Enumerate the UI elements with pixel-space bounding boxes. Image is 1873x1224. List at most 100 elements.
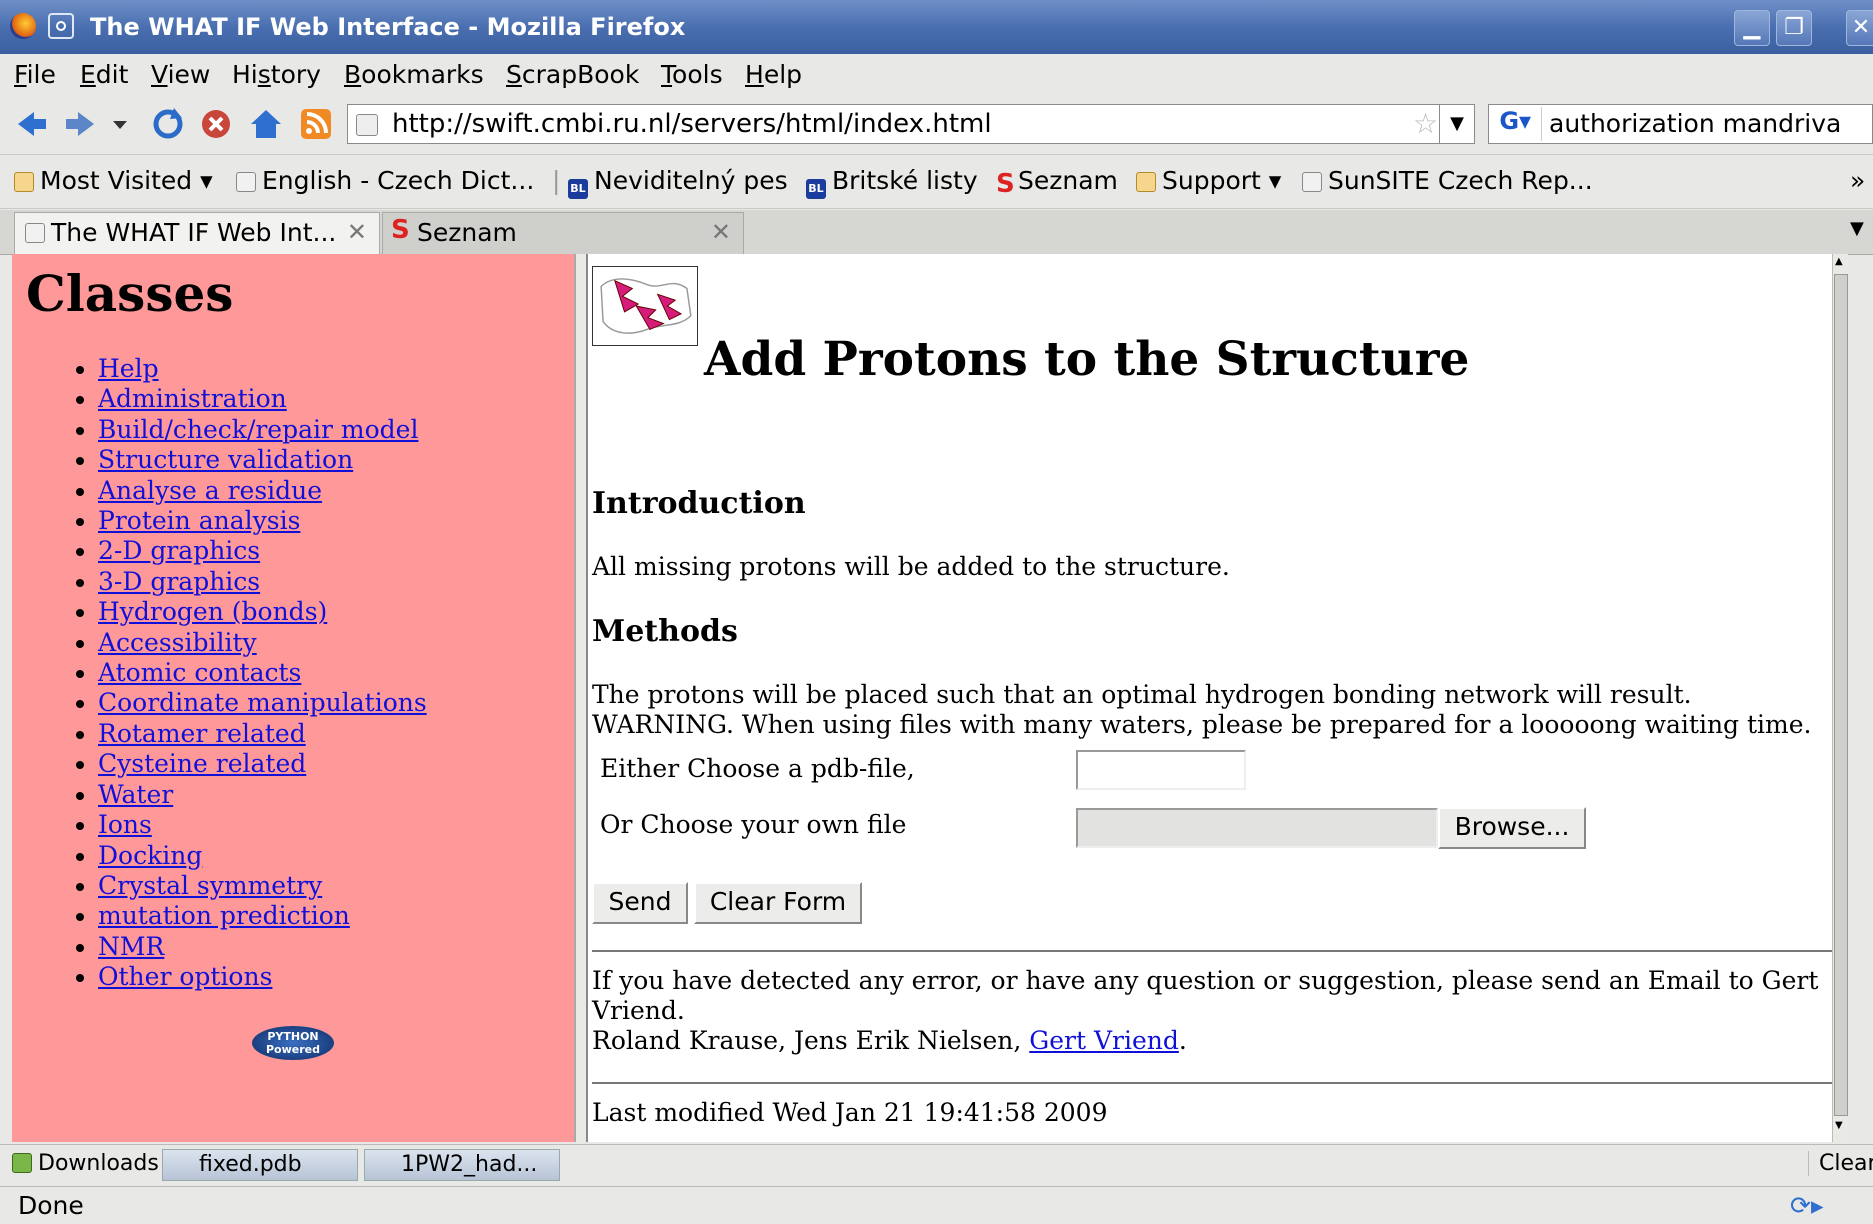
page-icon xyxy=(236,172,256,192)
class-list-item: NMR xyxy=(98,932,427,962)
class-list-item: Crystal symmetry xyxy=(98,871,427,901)
bookmark-separator: | xyxy=(552,166,561,195)
class-link-ions[interactable]: Ions xyxy=(98,810,152,839)
class-list-item: Help xyxy=(98,354,427,384)
scroll-up-icon[interactable]: ▲ xyxy=(1835,256,1846,274)
menu-edit[interactable]: Edit xyxy=(80,60,128,89)
stop-icon[interactable] xyxy=(198,106,234,142)
class-link-crystal-symmetry[interactable]: Crystal symmetry xyxy=(98,871,322,900)
menu-view[interactable]: View xyxy=(151,60,210,89)
reload-icon[interactable] xyxy=(150,106,186,142)
bookmarks-overflow-icon[interactable]: » xyxy=(1850,166,1865,195)
contact-text-line1: If you have detected any error, or have … xyxy=(592,966,1819,995)
gert-vriend-link[interactable]: Gert Vriend xyxy=(1029,1026,1179,1055)
menu-tools[interactable]: Tools xyxy=(661,60,723,89)
class-link-atomic-contacts[interactable]: Atomic contacts xyxy=(98,658,301,687)
bookmark-sunsite[interactable]: SunSITE Czech Rep... xyxy=(1302,166,1593,195)
menu-history[interactable]: History xyxy=(232,60,321,89)
tab-list-dropdown-icon[interactable]: ▼ xyxy=(1850,218,1864,239)
class-link-cysteine-related[interactable]: Cysteine related xyxy=(98,749,306,778)
tab-seznam[interactable]: S Seznam ✕ xyxy=(382,212,744,254)
url-bar[interactable]: http://swift.cmbi.ru.nl/servers/html/ind… xyxy=(347,104,1475,144)
history-dropdown-icon[interactable] xyxy=(108,106,132,142)
download-item[interactable]: 1PW2_had... xyxy=(364,1149,560,1181)
bookmark-neviditelny[interactable]: BL Neviditelný pes xyxy=(568,166,788,199)
browse-button[interactable]: Browse... xyxy=(1438,807,1586,849)
class-list-item: Ions xyxy=(98,810,427,840)
addon-status-icon[interactable]: ⟳▸ xyxy=(1790,1191,1824,1220)
menu-scrapbook[interactable]: ScrapBook xyxy=(506,60,639,89)
menu-file[interactable]: File xyxy=(14,60,56,89)
class-link-3-d-graphics[interactable]: 3-D graphics xyxy=(98,567,260,596)
class-link-2-d-graphics[interactable]: 2-D graphics xyxy=(98,536,260,565)
bookmark-star-icon[interactable]: ☆ xyxy=(1413,107,1438,140)
classes-list: HelpAdministrationBuild/check/repair mod… xyxy=(42,354,427,993)
class-link-coordinate-manipulations[interactable]: Coordinate manipulations xyxy=(98,688,427,717)
scrollbar-thumb[interactable] xyxy=(1834,274,1848,1116)
url-dropdown-icon[interactable]: ▼ xyxy=(1439,105,1474,143)
class-link-water[interactable]: Water xyxy=(98,780,173,809)
back-arrow-icon[interactable] xyxy=(14,106,50,142)
url-text[interactable]: http://swift.cmbi.ru.nl/servers/html/ind… xyxy=(392,109,992,139)
class-link-mutation-prediction[interactable]: mutation prediction xyxy=(98,901,350,930)
file-path-field[interactable] xyxy=(1076,808,1438,848)
tab-what-if[interactable]: The WHAT IF Web Int... ✕ xyxy=(14,212,380,254)
home-icon[interactable] xyxy=(248,106,284,142)
class-list-item: Cysteine related xyxy=(98,749,427,779)
class-link-docking[interactable]: Docking xyxy=(98,841,202,870)
rss-feed-icon[interactable] xyxy=(298,106,334,142)
class-link-help[interactable]: Help xyxy=(98,354,159,383)
page-icon xyxy=(25,223,45,243)
frame-divider[interactable] xyxy=(574,254,588,1142)
google-engine-icon[interactable]: G▾ xyxy=(1491,107,1542,141)
send-button[interactable]: Send xyxy=(592,882,688,924)
class-link-other-options[interactable]: Other options xyxy=(98,962,272,991)
class-link-rotamer-related[interactable]: Rotamer related xyxy=(98,719,306,748)
class-list-item: Coordinate manipulations xyxy=(98,688,427,718)
tab-close-icon[interactable]: ✕ xyxy=(711,218,731,246)
menu-bookmarks[interactable]: Bookmarks xyxy=(344,60,484,89)
clear-downloads-button[interactable]: Clear xyxy=(1808,1151,1873,1176)
pdb-file-input[interactable] xyxy=(1076,750,1246,790)
class-link-build-check-repair-model[interactable]: Build/check/repair model xyxy=(98,415,418,444)
tab-close-icon[interactable]: ✕ xyxy=(347,218,367,246)
last-modified-text: Last modified Wed Jan 21 19:41:58 2009 xyxy=(592,1098,1108,1127)
bookmark-support[interactable]: Support ▾ xyxy=(1136,166,1281,195)
class-list-item: Rotamer related xyxy=(98,719,427,749)
class-link-accessibility[interactable]: Accessibility xyxy=(98,628,257,657)
downloads-bar: Downloads fixed.pdb 1PW2_had... Clear xyxy=(0,1144,1873,1185)
class-link-analyse-a-residue[interactable]: Analyse a residue xyxy=(98,476,322,505)
authors-line: Roland Krause, Jens Erik Nielsen, Gert V… xyxy=(592,1026,1187,1055)
bl-icon: BL xyxy=(568,179,588,199)
class-link-protein-analysis[interactable]: Protein analysis xyxy=(98,506,300,535)
title-bar: The WHAT IF Web Interface - Mozilla Fire… xyxy=(0,0,1873,54)
bookmark-seznam[interactable]: S Seznam xyxy=(996,166,1118,199)
status-text: Done xyxy=(18,1191,84,1220)
seznam-icon: S xyxy=(996,169,1015,199)
close-icon[interactable]: ✕ xyxy=(1846,10,1873,46)
class-link-nmr[interactable]: NMR xyxy=(98,932,164,961)
download-item[interactable]: fixed.pdb xyxy=(162,1149,358,1181)
menu-help[interactable]: Help xyxy=(745,60,802,89)
downloads-button[interactable]: Downloads xyxy=(12,1151,159,1176)
class-link-hydrogen-bonds[interactable]: Hydrogen (bonds) xyxy=(98,597,327,626)
maximize-icon[interactable]: ❐ xyxy=(1776,10,1812,46)
class-link-administration[interactable]: Administration xyxy=(98,384,287,413)
class-list-item: Atomic contacts xyxy=(98,658,427,688)
bookmark-english-czech[interactable]: English - Czech Dict... xyxy=(236,166,534,195)
bookmark-most-visited[interactable]: Most Visited ▾ xyxy=(14,166,213,195)
python-powered-badge[interactable]: PYTHON Powered xyxy=(252,1026,334,1060)
window-menu-icon[interactable] xyxy=(48,13,74,39)
forward-arrow-icon[interactable] xyxy=(62,106,98,142)
page-scrollbar[interactable]: ▲ ▼ xyxy=(1832,254,1848,1142)
search-input[interactable]: authorization mandriva xyxy=(1549,109,1841,138)
own-file-label: Or Choose your own file xyxy=(600,810,907,839)
class-link-structure-validation[interactable]: Structure validation xyxy=(98,445,353,474)
search-bar[interactable]: G▾ authorization mandriva xyxy=(1488,104,1873,144)
bookmark-britske-listy[interactable]: BL Britské listy xyxy=(806,166,978,199)
minimize-icon[interactable]: ▁ xyxy=(1734,10,1770,46)
folder-icon xyxy=(14,172,34,192)
scroll-down-icon[interactable]: ▼ xyxy=(1835,1120,1846,1138)
page-icon xyxy=(1302,172,1322,192)
clear-form-button[interactable]: Clear Form xyxy=(694,882,862,924)
